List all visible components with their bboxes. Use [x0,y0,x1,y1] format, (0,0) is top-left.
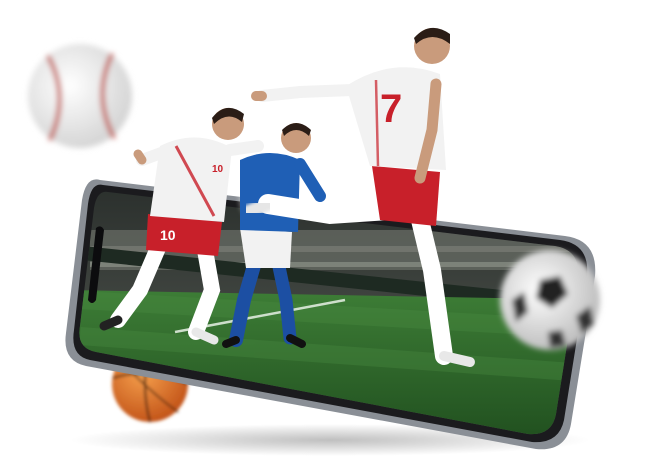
baseball [28,44,132,148]
jersey-number-7: 7 [380,87,402,131]
sports-phone-scene: 10 10 7 [28,27,600,456]
jersey-number-10: 10 [212,164,224,175]
soccer-ball [500,250,600,350]
jersey-number-10-shorts: 10 [160,227,176,243]
